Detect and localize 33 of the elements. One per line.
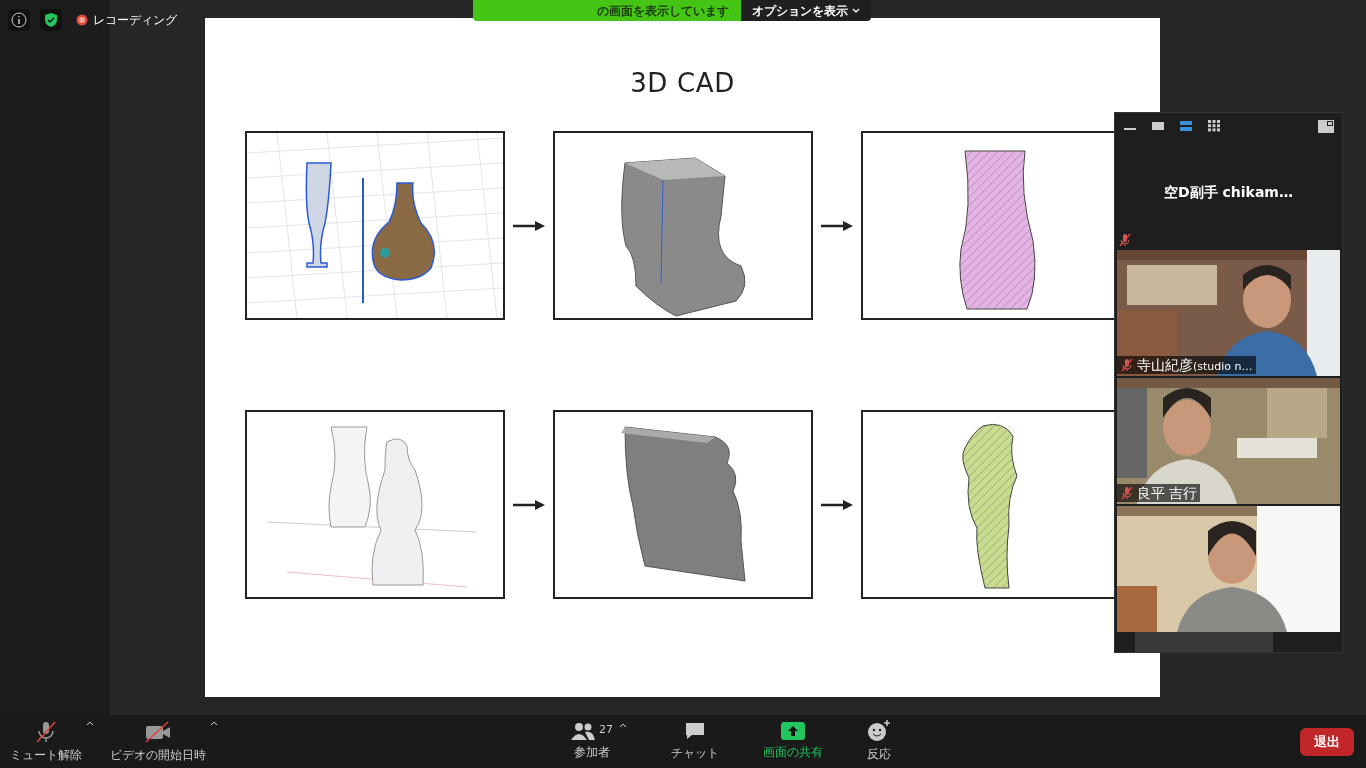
caret-icon[interactable]	[210, 719, 218, 726]
shield-check-icon[interactable]	[40, 9, 62, 31]
exit-fullscreen-icon[interactable]	[1318, 119, 1334, 133]
unmute-button[interactable]: ミュート解除	[10, 719, 82, 764]
participants-button[interactable]: 27 参加者	[570, 722, 613, 761]
share-banner: の画面を表示しています	[473, 0, 741, 21]
view-options-button[interactable]: オプションを表示	[741, 0, 871, 21]
people-icon	[570, 722, 596, 740]
slide-title: 3D CAD	[630, 67, 735, 100]
gallery-view-icon[interactable]	[1207, 120, 1221, 133]
share-screen-icon	[781, 722, 805, 740]
participant-count: 27	[599, 722, 613, 738]
caret-icon[interactable]	[619, 722, 627, 728]
participant-name: 良平 吉行	[1137, 483, 1198, 503]
participant-name: 寺山紀彦(studio n…	[1137, 355, 1253, 375]
strip-view-icon[interactable]	[1179, 120, 1193, 133]
caret-icon[interactable]	[86, 719, 94, 726]
right-arrow-icon	[513, 498, 545, 511]
info-icon[interactable]	[8, 9, 30, 31]
share-button[interactable]: 画面の共有	[763, 722, 823, 761]
leave-button[interactable]: 退出	[1300, 727, 1354, 756]
right-arrow-icon	[821, 219, 853, 232]
speaker-view-icon[interactable]	[1151, 120, 1165, 133]
start-video-button[interactable]: ビデオの開始日時	[110, 719, 206, 764]
right-arrow-icon	[513, 219, 545, 232]
recording-label: レコーディング	[93, 12, 177, 29]
speaker-name: 空D副手 chikam…	[1163, 183, 1294, 203]
chevron-down-icon	[852, 7, 860, 14]
chat-icon	[684, 721, 706, 741]
chat-button[interactable]: チャット	[671, 721, 719, 762]
reaction-button[interactable]: 反応	[867, 720, 891, 763]
smiley-add-icon	[867, 720, 891, 742]
right-arrow-icon	[821, 498, 853, 511]
